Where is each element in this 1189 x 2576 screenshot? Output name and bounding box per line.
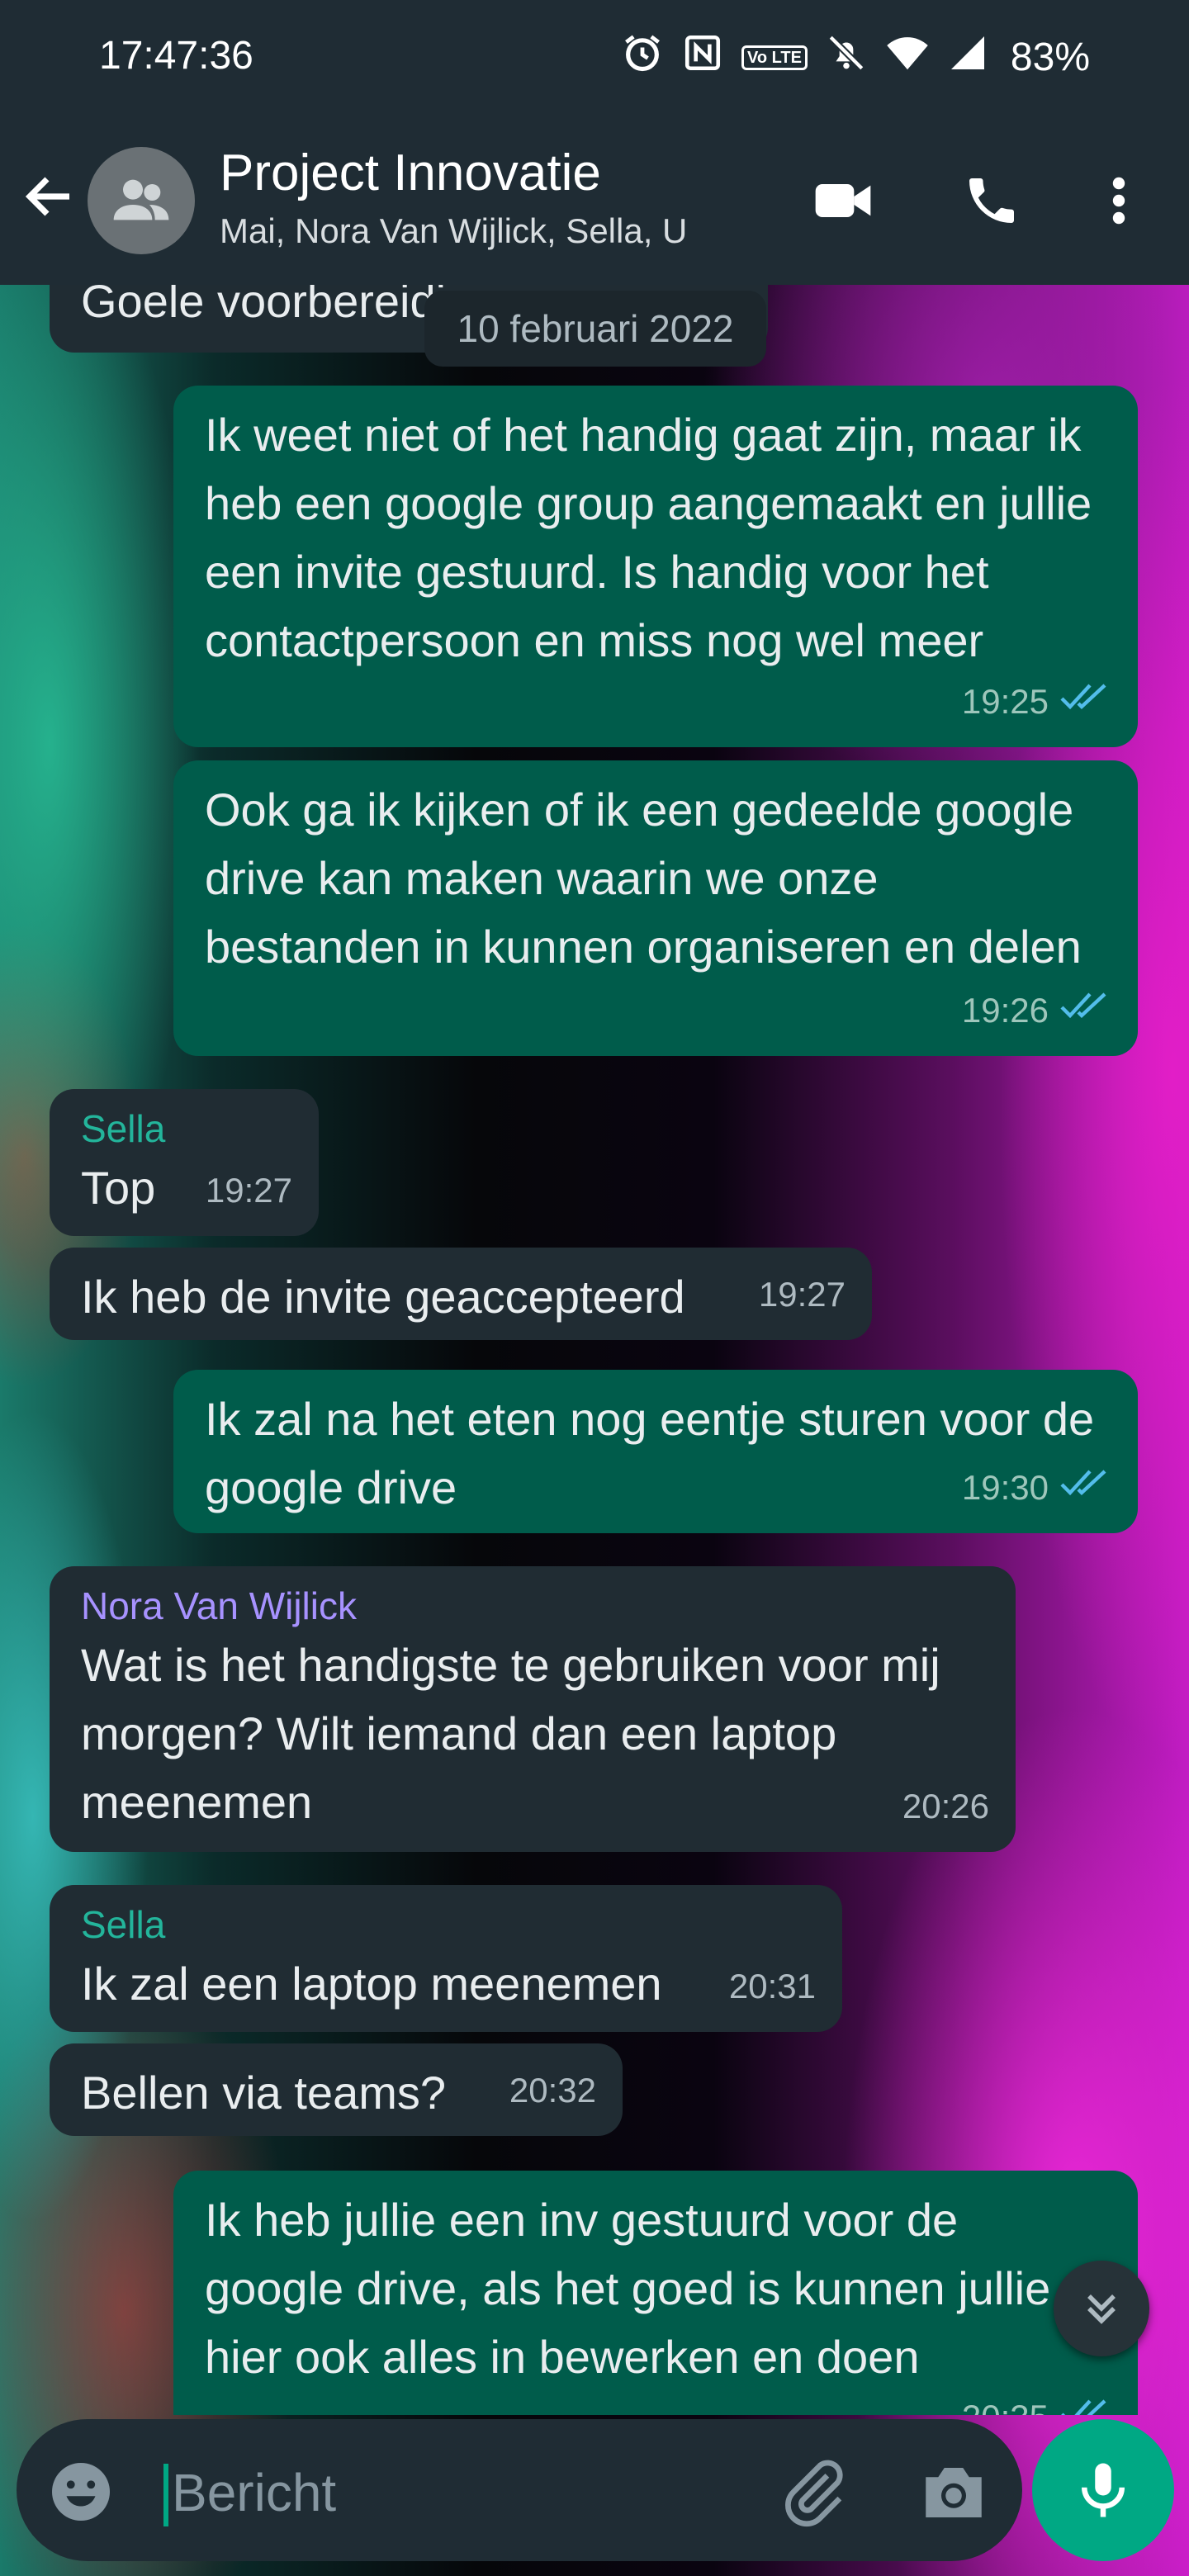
signal-icon	[948, 33, 988, 82]
sender-name[interactable]: Sella	[81, 1900, 811, 1949]
sender-name[interactable]: Nora Van Wijlick	[81, 1581, 984, 1631]
chat-participants[interactable]: Mai, Nora Van Wijlick, Sella, U	[220, 211, 687, 251]
message-time: 19:27	[205, 1171, 292, 1210]
message-meta: 20:26	[902, 1772, 989, 1840]
chat-title[interactable]: Project Innovatie	[220, 144, 601, 202]
message-bubble-incoming[interactable]: Bellen via teams? 20:32	[50, 2043, 623, 2136]
message-meta: 20:35	[962, 2383, 1111, 2415]
status-bar: 17:47:36 Vo LTE 83%	[0, 0, 1189, 116]
status-icons: Vo LTE 83%	[621, 31, 1090, 83]
status-time: 17:47:36	[99, 34, 253, 78]
double-check-read-icon	[1059, 976, 1111, 1044]
message-time: 20:35	[962, 2383, 1049, 2415]
message-meta: 19:26	[962, 976, 1111, 1044]
text-caret	[163, 2464, 168, 2526]
more-options-icon[interactable]	[1083, 165, 1154, 236]
message-bubble-outgoing[interactable]: Ik heb jullie een inv gestuurd voor de g…	[173, 2171, 1138, 2415]
double-check-read-icon	[1059, 1453, 1111, 1522]
message-text: Wat is het handigste te gebruiken voor m…	[81, 1639, 940, 1828]
message-meta: 20:32	[509, 2056, 596, 2124]
message-text: Ik heb de invite geaccepteerd	[81, 1271, 685, 1323]
sender-name[interactable]: Sella	[81, 1104, 287, 1153]
message-bubble-incoming[interactable]: Sella Top 19:27	[50, 1089, 319, 1236]
wifi-icon	[885, 32, 930, 83]
message-text: Ik zal een laptop meenemen	[81, 1958, 662, 2010]
group-avatar-icon[interactable]	[88, 147, 195, 254]
message-text: Ook ga ik kijken of ik een gedeelde goog…	[205, 784, 1082, 973]
message-time: 19:30	[961, 1468, 1049, 1507]
message-bubble-outgoing[interactable]: Ik zal na het eten nog eentje sturen voo…	[173, 1370, 1138, 1533]
microphone-icon	[1082, 2463, 1125, 2517]
battery-level: 83%	[1010, 36, 1090, 79]
message-composer	[17, 2419, 1022, 2561]
message-time: 20:32	[509, 2071, 596, 2110]
date-chip: 10 februari 2022	[424, 291, 766, 367]
message-time: 19:25	[961, 682, 1049, 721]
message-bubble-outgoing[interactable]: Ik weet niet of het handig gaat zijn, ma…	[173, 386, 1138, 747]
message-meta: 19:27	[206, 1156, 292, 1224]
message-text: Ik weet niet of het handig gaat zijn, ma…	[205, 409, 1092, 666]
double-chevron-down-icon	[1087, 2294, 1116, 2324]
double-check-read-icon	[1059, 2383, 1111, 2415]
double-check-read-icon	[1059, 667, 1111, 736]
chat-header: Project Innovatie Mai, Nora Van Wijlick,…	[0, 116, 1189, 285]
message-meta: 19:25	[962, 667, 1111, 736]
video-call-icon[interactable]	[808, 165, 879, 236]
message-time: 19:27	[758, 1275, 846, 1314]
camera-icon[interactable]	[917, 2455, 991, 2530]
voice-call-icon[interactable]	[956, 165, 1027, 236]
attach-icon[interactable]	[776, 2455, 850, 2530]
microphone-button[interactable]	[1032, 2419, 1174, 2561]
message-meta: 20:31	[729, 1952, 816, 2020]
message-time: 20:31	[728, 1967, 816, 2005]
scroll-to-bottom-button[interactable]	[1054, 2261, 1149, 2356]
message-meta: 19:30	[962, 1453, 1111, 1522]
message-bubble-incoming[interactable]: Nora Van Wijlick Wat is het handigste te…	[50, 1566, 1016, 1852]
emoji-icon[interactable]	[46, 2457, 116, 2526]
volte-icon: Vo LTE	[741, 45, 808, 70]
back-arrow-icon[interactable]	[20, 167, 79, 226]
alarm-icon	[621, 31, 664, 83]
message-list[interactable]: Goele voorbereiding 10 februari 2022 Ik …	[0, 285, 1189, 2415]
message-bubble-incoming[interactable]: Sella Ik zal een laptop meenemen 20:31	[50, 1885, 842, 2032]
message-input[interactable]	[170, 2452, 768, 2533]
message-text: Ik heb jullie een inv gestuurd voor de g…	[205, 2194, 1051, 2383]
message-meta: 19:27	[759, 1260, 846, 1328]
nfc-icon	[682, 32, 723, 83]
message-time: 20:26	[902, 1787, 989, 1825]
message-bubble-outgoing[interactable]: Ook ga ik kijken of ik een gedeelde goog…	[173, 760, 1138, 1056]
message-bubble-incoming[interactable]: Ik heb de invite geaccepteerd 19:27	[50, 1248, 872, 1340]
mute-icon	[826, 32, 867, 83]
message-time: 19:26	[961, 991, 1049, 1030]
